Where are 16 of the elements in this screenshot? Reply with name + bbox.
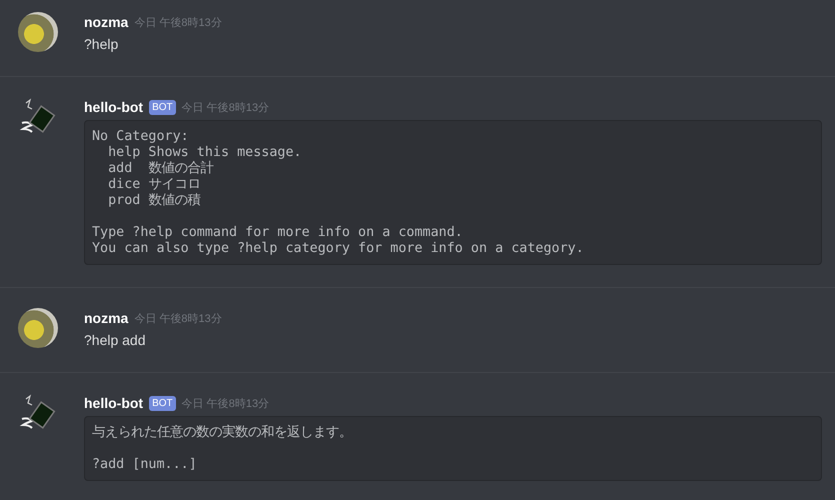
timestamp: 今日 午後8時13分 (134, 16, 222, 30)
timestamp: 今日 午後8時13分 (134, 312, 222, 326)
author-name[interactable]: nozma (84, 14, 128, 30)
timestamp: 今日 午後8時13分 (182, 100, 270, 114)
code-block: No Category: help Shows this message. add 数値の合計 dice サイコロ prod 数値の積 Type ?help command for more info on a command. You can also type ?help category for more info on a category. (84, 120, 822, 265)
code-block: 与えられた任意の数の実数の和を返します。 ?add [num...] (84, 416, 822, 481)
author-name[interactable]: nozma (84, 310, 128, 326)
bot-tag: BOT (149, 100, 176, 114)
avatar-photo-placeholder (18, 308, 58, 348)
author-name[interactable]: hello-bot (84, 395, 144, 411)
timestamp: 今日 午後8時13分 (182, 396, 270, 410)
message-text: ?help (84, 35, 120, 54)
avatar-photo-placeholder (18, 12, 58, 52)
bot-tag: BOT (149, 396, 176, 410)
author-name[interactable]: hello-bot (84, 99, 144, 115)
message-text: ?help add (84, 331, 147, 350)
